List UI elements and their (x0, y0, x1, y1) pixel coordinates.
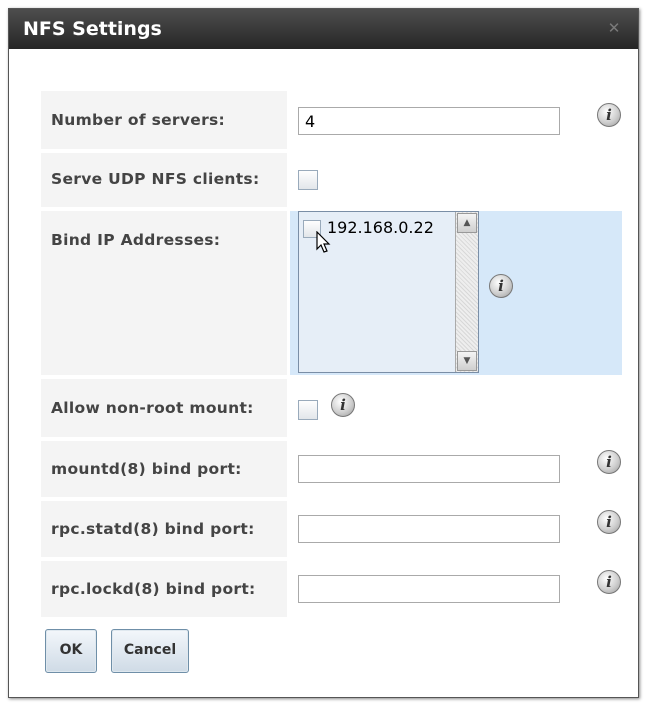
ok-button[interactable]: OK (45, 629, 97, 673)
lockd-label-cell: rpc.lockd(8) bind port: (41, 561, 287, 617)
lockd-label: rpc.lockd(8) bind port: (51, 580, 256, 598)
dialog-titlebar[interactable]: NFS Settings ✕ (9, 9, 638, 49)
servers-label-cell: Number of servers: (41, 91, 287, 149)
udp-checkbox[interactable] (298, 170, 318, 190)
mountd-label-cell: mountd(8) bind port: (41, 441, 287, 497)
bind-ip-info-icon[interactable]: i (489, 274, 513, 298)
cancel-button[interactable]: Cancel (111, 629, 189, 673)
udp-label: Serve UDP NFS clients: (51, 170, 260, 188)
servers-label: Number of servers: (51, 111, 226, 129)
bind-ip-label-cell: Bind IP Addresses: (41, 211, 287, 375)
nonroot-label-cell: Allow non-root mount: (41, 379, 287, 437)
nonroot-info-icon[interactable]: i (331, 393, 355, 417)
scroll-down-icon[interactable]: ▼ (457, 351, 477, 371)
dialog-title: NFS Settings (23, 18, 162, 40)
nonroot-label: Allow non-root mount: (51, 399, 254, 417)
mountd-label: mountd(8) bind port: (51, 460, 242, 478)
close-icon[interactable]: ✕ (606, 20, 622, 36)
mountd-info-icon[interactable]: i (597, 450, 621, 474)
bind-ip-label: Bind IP Addresses: (51, 231, 221, 249)
statd-port-input[interactable] (298, 515, 560, 543)
lockd-info-icon[interactable]: i (597, 570, 621, 594)
bind-ip-option-label[interactable]: 192.168.0.22 (327, 218, 434, 237)
mouse-cursor-icon (316, 231, 331, 253)
servers-input[interactable] (298, 107, 560, 135)
nfs-settings-dialog: NFS Settings ✕ Number of servers: i Serv… (8, 8, 639, 698)
statd-info-icon[interactable]: i (597, 510, 621, 534)
udp-label-cell: Serve UDP NFS clients: (41, 153, 287, 207)
listbox-scrollbar[interactable]: ▲ ▼ (455, 212, 478, 372)
servers-info-icon[interactable]: i (597, 103, 621, 127)
lockd-port-input[interactable] (298, 575, 560, 603)
scroll-up-icon[interactable]: ▲ (457, 213, 477, 233)
mountd-port-input[interactable] (298, 455, 560, 483)
statd-label-cell: rpc.statd(8) bind port: (41, 501, 287, 557)
nonroot-checkbox[interactable] (298, 400, 318, 420)
statd-label: rpc.statd(8) bind port: (51, 520, 255, 538)
